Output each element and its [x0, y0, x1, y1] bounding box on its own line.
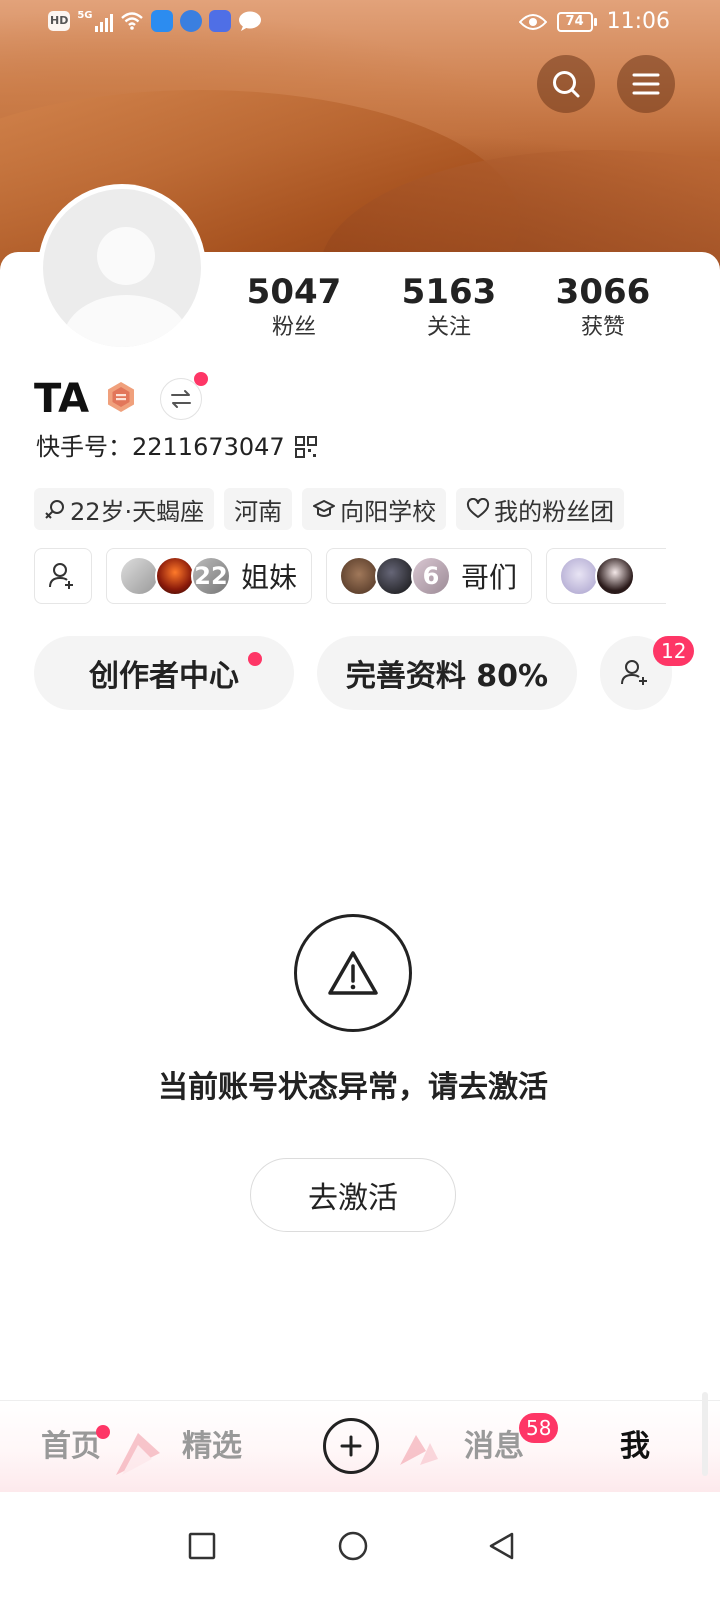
create-post-button[interactable]	[323, 1418, 379, 1474]
profile-tags: 22岁·天蝎座 河南 向阳学校 我的粉丝团	[34, 488, 625, 530]
group-brothers[interactable]: 6 哥们	[326, 548, 533, 604]
notification-dot	[96, 1425, 110, 1439]
warning-triangle-icon	[328, 951, 378, 995]
member-count-avatar: 22	[191, 556, 231, 596]
complete-profile-label: 完善资料 80%	[345, 659, 549, 694]
activate-button[interactable]: 去激活	[250, 1158, 456, 1232]
stat-likes[interactable]: 3066 获赞	[543, 272, 663, 344]
menu-button[interactable]	[617, 55, 675, 113]
likes-count: 3066	[555, 272, 651, 312]
menu-icon	[632, 73, 660, 95]
member-avatar	[375, 556, 416, 596]
notification-dot	[248, 652, 262, 666]
tag-age-zodiac[interactable]: 22岁·天蝎座	[34, 488, 215, 530]
username: TA	[34, 376, 90, 422]
member-count-avatar: 6	[411, 556, 452, 596]
friend-request-badge: 12	[653, 636, 695, 666]
swap-arrows-icon	[171, 390, 191, 408]
member-avatar	[559, 556, 600, 596]
avatar[interactable]	[38, 184, 206, 352]
member-avatar	[339, 556, 380, 596]
member-avatar	[119, 556, 159, 596]
followers-count: 5047	[246, 272, 342, 312]
system-navigation-bar	[0, 1492, 720, 1600]
friend-groups-row: 22 姐妹 6 哥们	[34, 548, 667, 604]
graduation-cap-icon	[313, 500, 336, 517]
network-type-label: 5G	[77, 10, 93, 21]
chat-bubble-icon	[238, 11, 261, 31]
browser-app-icon	[179, 10, 202, 32]
kuaishou-id-label: 快手号：	[36, 433, 132, 461]
scroll-indicator	[702, 1392, 708, 1476]
complete-profile-button[interactable]: 完善资料 80%	[317, 636, 577, 710]
circle-icon	[338, 1531, 368, 1561]
add-friend-button[interactable]	[34, 548, 92, 604]
warning-circle	[294, 914, 412, 1032]
tag-fan-club[interactable]: 我的粉丝团	[456, 488, 625, 530]
notification-dot	[194, 372, 208, 386]
square-icon	[188, 1532, 216, 1560]
battery-icon: 74	[556, 11, 597, 32]
account-status-message: 当前账号状态异常，请去激活	[158, 1070, 548, 1105]
back-button[interactable]	[471, 1516, 531, 1576]
following-count: 5163	[401, 272, 497, 312]
recent-apps-button[interactable]	[172, 1516, 232, 1576]
member-count-overlay: 6	[422, 562, 440, 590]
group-partial[interactable]	[546, 548, 667, 604]
tab-messages[interactable]: 消息	[464, 1427, 524, 1467]
tab-featured[interactable]: 精选	[182, 1427, 242, 1467]
tag-fan-club-label: 我的粉丝团	[494, 497, 615, 526]
search-icon	[553, 71, 580, 98]
status-bar: HD 5G 74 11:06	[0, 0, 720, 48]
battery-level: 74	[556, 11, 593, 32]
tab-me[interactable]: 我	[620, 1427, 650, 1467]
home-button[interactable]	[323, 1516, 383, 1576]
cellular-signal-icon: 5G	[77, 10, 113, 32]
add-user-icon	[49, 563, 73, 589]
level-badge-icon[interactable]	[104, 380, 138, 414]
followers-label: 粉丝	[271, 315, 316, 340]
following-label: 关注	[426, 315, 471, 340]
hd-icon: HD	[48, 11, 71, 31]
member-avatar	[155, 556, 195, 596]
status-icons-right: 74 11:06	[518, 9, 670, 34]
kuaishou-id-row[interactable]: 快手号： 2211673047	[36, 430, 317, 464]
eye-comfort-icon	[518, 13, 547, 30]
tag-location[interactable]: 河南	[224, 488, 293, 530]
stat-following[interactable]: 5163 关注	[389, 272, 509, 344]
default-avatar-icon	[43, 189, 201, 347]
heart-icon	[467, 498, 490, 518]
search-button[interactable]	[537, 55, 595, 113]
tag-school-label: 向阳学校	[340, 497, 437, 526]
status-icons-left: HD 5G	[48, 10, 262, 32]
bottom-tab-bar: 首页 精选 消息 58 我	[0, 1400, 720, 1492]
wifi-icon	[120, 12, 143, 30]
female-icon	[45, 500, 64, 519]
add-user-icon	[621, 660, 647, 685]
qr-code-icon[interactable]	[294, 436, 317, 458]
tab-home[interactable]: 首页	[41, 1427, 101, 1467]
group-name: 哥们	[461, 561, 518, 594]
plus-icon	[340, 1435, 362, 1457]
member-avatar	[595, 556, 636, 596]
tag-age-zodiac-label: 22岁·天蝎座	[70, 497, 205, 526]
stat-followers[interactable]: 5047 粉丝	[234, 272, 354, 344]
messages-badge: 58	[519, 1413, 559, 1443]
creator-center-button[interactable]: 创作者中心	[34, 636, 294, 710]
decorative-fan-icon	[400, 1435, 438, 1465]
clock: 11:06	[606, 9, 670, 34]
likes-label: 获赞	[580, 315, 625, 340]
back-triangle-icon	[489, 1532, 514, 1560]
creator-center-label: 创作者中心	[89, 659, 239, 694]
music-app-icon	[208, 10, 231, 32]
group-name: 姐妹	[241, 561, 298, 594]
tag-location-label: 河南	[234, 497, 283, 526]
tag-school[interactable]: 向阳学校	[302, 488, 447, 530]
member-count-overlay: 22	[194, 562, 228, 590]
decorative-fan-icon	[116, 1433, 160, 1475]
weather-app-icon	[150, 10, 173, 32]
group-sisters[interactable]: 22 姐妹	[106, 548, 313, 604]
kuaishou-id-value: 2211673047	[132, 433, 285, 461]
